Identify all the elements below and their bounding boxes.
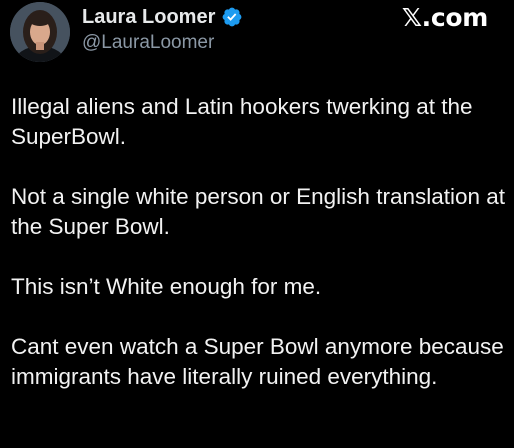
tweet-paragraph: Not a single white person or English tra… [11,184,506,239]
tweet-paragraph: Illegal aliens and Latin hookers twerkin… [11,94,473,149]
x-brand-label: 𝕏.com [401,2,488,32]
tweet-paragraph: This isn’t White enough for me. [11,274,322,299]
tweet-paragraph: Cant even watch a Super Bowl anymore bec… [11,334,504,389]
tweet-text: Illegal aliens and Latin hookers twerkin… [11,92,506,392]
verified-badge-icon [221,6,243,28]
author-name-row: Laura Loomer [82,4,243,30]
author-display-name[interactable]: Laura Loomer [82,6,215,29]
avatar[interactable] [10,2,70,62]
author-handle[interactable]: @LauraLoomer [82,32,214,54]
x-brand-logo: 𝕏.com [401,2,488,32]
tweet-card: Laura Loomer @LauraLoomer 𝕏.com Illegal … [0,0,514,448]
